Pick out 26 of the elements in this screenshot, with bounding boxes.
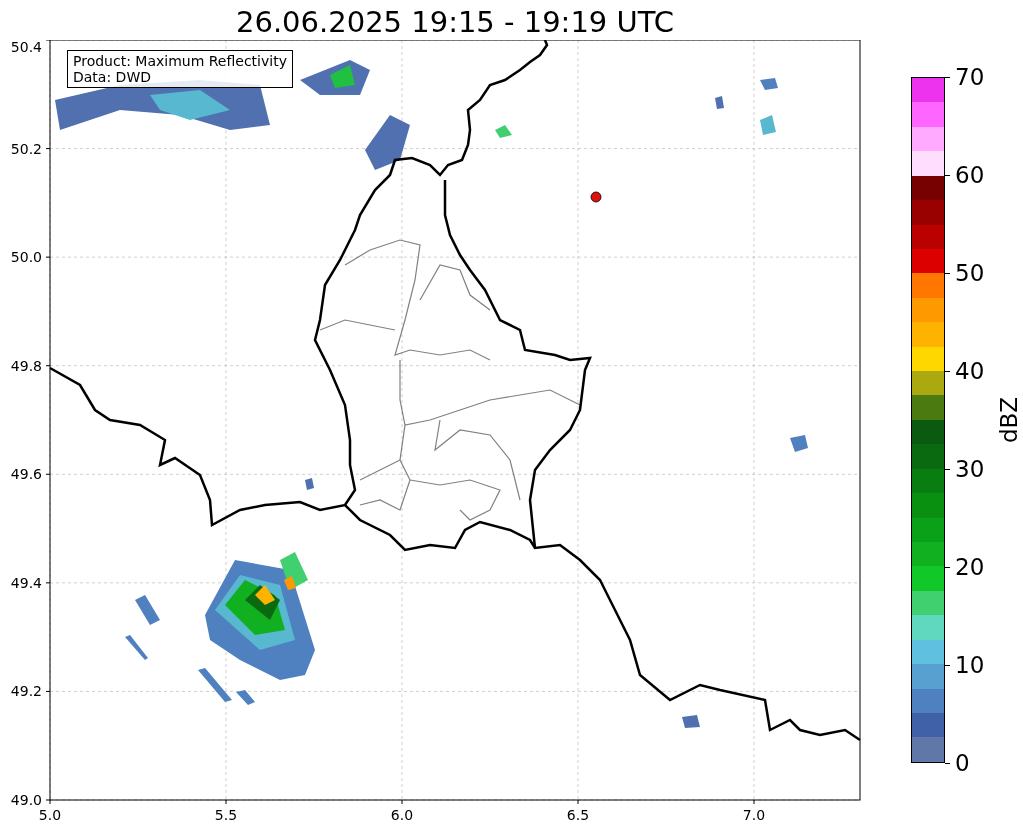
colorbar-tick-label: 0 [955,751,970,775]
x-tick-label: 6.5 [566,807,590,823]
colorbar-tick-label: 20 [955,555,985,579]
chart-title: 26.06.2025 19:15 - 19:19 UTC [235,4,675,40]
x-tick-label: 5.5 [214,807,238,823]
x-tick-label: 5.0 [38,807,62,823]
y-tick-label: 50.4 [10,40,42,55]
colorbar-tick-label: 10 [955,653,985,677]
colorbar-tick-label: 60 [955,163,985,187]
y-tick-label: 49.2 [10,683,42,700]
y-tick-label: 49.6 [10,466,42,483]
colorbar-tick-label: 50 [955,261,985,285]
colorbar-tick-label: 70 [955,65,985,89]
colorbar-tick-label: 30 [955,457,985,481]
colorbar-tick-label: 40 [955,359,985,383]
colorbar-label: dBZ [996,396,1023,444]
x-tick-label: 6.0 [390,807,414,823]
y-tick-label: 50.0 [10,249,42,266]
y-tick-label: 49.8 [10,357,42,374]
x-tick-label: 7.0 [742,807,766,823]
info-text: Data: DWD [73,69,152,85]
y-tick-label: 50.2 [10,140,42,157]
y-tick-label: 49.0 [10,792,42,808]
station-marker [590,191,602,203]
y-tick-label: 49.4 [10,574,42,591]
info-text: Product: Maximum Reflectivity [73,53,287,69]
